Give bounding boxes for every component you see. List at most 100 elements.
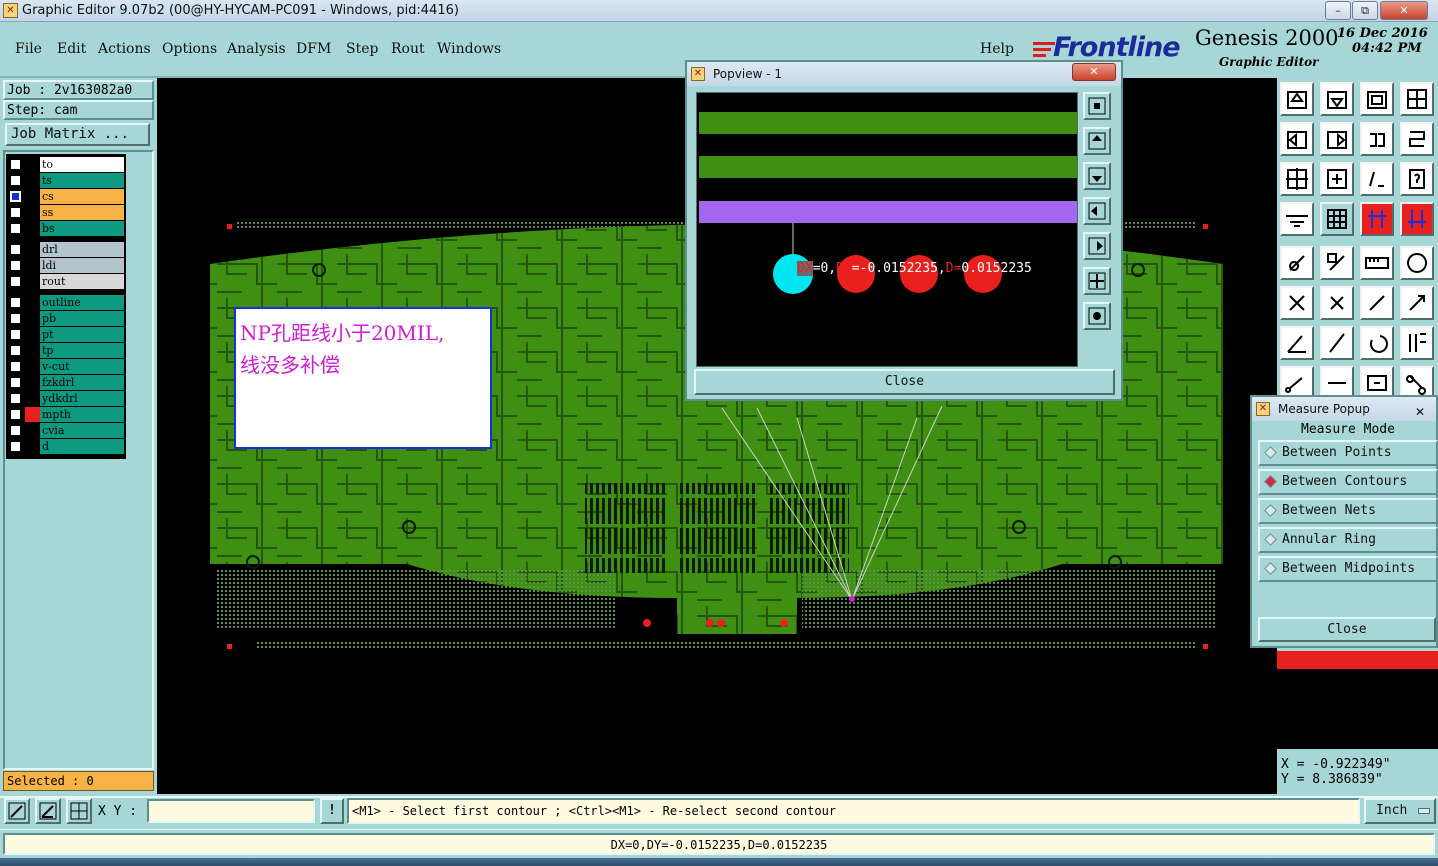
menu-options[interactable]: Options xyxy=(162,41,217,57)
line-draw-icon[interactable] xyxy=(1360,286,1394,320)
menu-rout[interactable]: Rout xyxy=(391,41,425,57)
layer-row-fzkdrl[interactable]: fzkdrl xyxy=(8,375,124,390)
layer-checkbox[interactable] xyxy=(10,260,21,271)
angle-icon[interactable] xyxy=(1280,326,1314,360)
measure-mode-between-contours[interactable]: Between Contours xyxy=(1258,469,1438,495)
measure-close-button[interactable]: Close xyxy=(1258,617,1436,642)
layer-name[interactable]: ydkdrl xyxy=(40,391,124,406)
undo-icon[interactable] xyxy=(1360,326,1394,360)
menu-windows[interactable]: Windows xyxy=(437,41,501,57)
net-select-icon[interactable] xyxy=(1400,202,1434,236)
menu-analysis[interactable]: Analysis xyxy=(227,41,286,57)
popview-pan-up-icon[interactable] xyxy=(1083,127,1111,155)
pan-right-icon[interactable] xyxy=(1320,122,1354,156)
layer-checkbox[interactable] xyxy=(10,244,21,255)
zoom-home-icon[interactable] xyxy=(1280,82,1314,116)
popview-zoom-out-icon[interactable] xyxy=(1083,267,1111,295)
layer-checkbox[interactable] xyxy=(10,297,21,308)
close-window-button[interactable]: ✕ xyxy=(1380,1,1428,20)
layer-name[interactable]: cs xyxy=(40,189,124,204)
layer-name[interactable]: rout xyxy=(40,274,124,289)
arrow-line-icon[interactable] xyxy=(1400,286,1434,320)
menu-step[interactable]: Step xyxy=(346,41,378,57)
measure-mode-between-points[interactable]: Between Points xyxy=(1258,440,1438,466)
layer-name[interactable]: to xyxy=(40,157,124,172)
layer-checkbox[interactable] xyxy=(10,345,21,356)
layer-name[interactable]: v-cut xyxy=(40,359,124,374)
layer-checkbox[interactable] xyxy=(10,329,21,340)
grid-toggle-icon[interactable] xyxy=(1320,202,1354,236)
menu-edit[interactable]: Edit xyxy=(57,41,86,57)
layer-checkbox[interactable] xyxy=(10,425,21,436)
layer-row-ldi[interactable]: ldi xyxy=(8,258,124,273)
film-strip-icon[interactable] xyxy=(1360,246,1394,280)
slash-icon[interactable] xyxy=(1320,326,1354,360)
layer-checkbox[interactable] xyxy=(10,175,21,186)
measure-mode-annular-ring[interactable]: Annular Ring xyxy=(1258,527,1438,553)
popview-close-button[interactable]: Close xyxy=(694,369,1115,395)
connect-icon[interactable] xyxy=(1280,286,1314,320)
layer-checkbox[interactable] xyxy=(10,361,21,372)
job-matrix-button[interactable]: Job Matrix ... xyxy=(5,123,150,146)
layer-row-cs[interactable]: cs xyxy=(8,189,124,204)
angle-snap-icon[interactable] xyxy=(35,798,61,824)
grid-snap-icon[interactable] xyxy=(66,798,92,824)
snap-icon[interactable] xyxy=(4,798,30,824)
layer-row-tp[interactable]: tp xyxy=(8,343,124,358)
scale-1-2-icon[interactable] xyxy=(1360,162,1394,196)
layer-name[interactable]: pt xyxy=(40,327,124,342)
fit-selection-icon[interactable] xyxy=(1320,162,1354,196)
layer-checkbox[interactable] xyxy=(10,393,21,404)
layer-name[interactable]: ss xyxy=(40,205,124,220)
layer-name[interactable]: cvia xyxy=(40,423,124,438)
layer-row-bs[interactable]: bs xyxy=(8,221,124,236)
layer-row-drl[interactable]: drl xyxy=(8,242,124,257)
layer-row-mpth[interactable]: mpth xyxy=(8,407,124,422)
measure-close-x-button[interactable]: ✕ xyxy=(1415,400,1425,424)
layer-row-pb[interactable]: pb xyxy=(8,311,124,326)
layer-row-ts[interactable]: ts xyxy=(8,173,124,188)
menu-dfm[interactable]: DFM xyxy=(296,41,331,57)
layer-row-d[interactable]: d xyxy=(8,439,124,454)
zoom-window-icon[interactable] xyxy=(1320,82,1354,116)
layer-row-ss[interactable]: ss xyxy=(8,205,124,220)
xy-input[interactable] xyxy=(147,799,315,823)
layer-name[interactable]: ldi xyxy=(40,258,124,273)
layer-checkbox[interactable] xyxy=(10,441,21,452)
layer-row-pt[interactable]: pt xyxy=(8,327,124,342)
measure-mode-between-midpoints[interactable]: Between Midpoints xyxy=(1258,556,1438,582)
layer-checkbox[interactable] xyxy=(10,159,21,170)
menu-help[interactable]: Help xyxy=(980,41,1014,57)
layer-row-cvia[interactable]: cvia xyxy=(8,423,124,438)
layer-name[interactable]: bs xyxy=(40,221,124,236)
popview-zoom-fit-icon[interactable] xyxy=(1083,92,1111,120)
restore-button[interactable]: ⧉ xyxy=(1352,1,1378,20)
move-feature-icon[interactable] xyxy=(1320,246,1354,280)
pan-left-icon[interactable] xyxy=(1280,122,1314,156)
layer-checkbox[interactable] xyxy=(10,276,21,287)
layer-name[interactable]: tp xyxy=(40,343,124,358)
layer-name[interactable]: d xyxy=(40,439,124,454)
layer-name[interactable]: mpth xyxy=(40,407,124,422)
layer-checkbox[interactable] xyxy=(10,191,21,202)
layer-row-outline[interactable]: outline xyxy=(8,295,124,310)
layer-name[interactable]: outline xyxy=(40,295,124,310)
layer-row-rout[interactable]: rout xyxy=(8,274,124,289)
layer-row-ydkdrl[interactable]: ydkdrl xyxy=(8,391,124,406)
minimize-button[interactable]: – xyxy=(1325,1,1351,20)
mirror-icon[interactable] xyxy=(1360,122,1394,156)
grid-view-icon[interactable] xyxy=(1400,82,1434,116)
layer-checkbox[interactable] xyxy=(10,377,21,388)
cross-icon[interactable] xyxy=(1320,286,1354,320)
popview-pan-left-icon[interactable] xyxy=(1083,197,1111,225)
layer-name[interactable]: ts xyxy=(40,173,124,188)
popview-pan-down-icon[interactable] xyxy=(1083,162,1111,190)
layer-name[interactable]: drl xyxy=(40,242,124,257)
select-feature-icon[interactable] xyxy=(1280,246,1314,280)
menu-actions[interactable]: Actions xyxy=(98,41,151,57)
layer-name[interactable]: fzkdrl xyxy=(40,375,124,390)
pad-icon[interactable] xyxy=(1400,246,1434,280)
snap-s-icon[interactable] xyxy=(1400,122,1434,156)
cut-icon[interactable] xyxy=(1400,326,1434,360)
layer-row-v-cut[interactable]: v-cut xyxy=(8,359,124,374)
